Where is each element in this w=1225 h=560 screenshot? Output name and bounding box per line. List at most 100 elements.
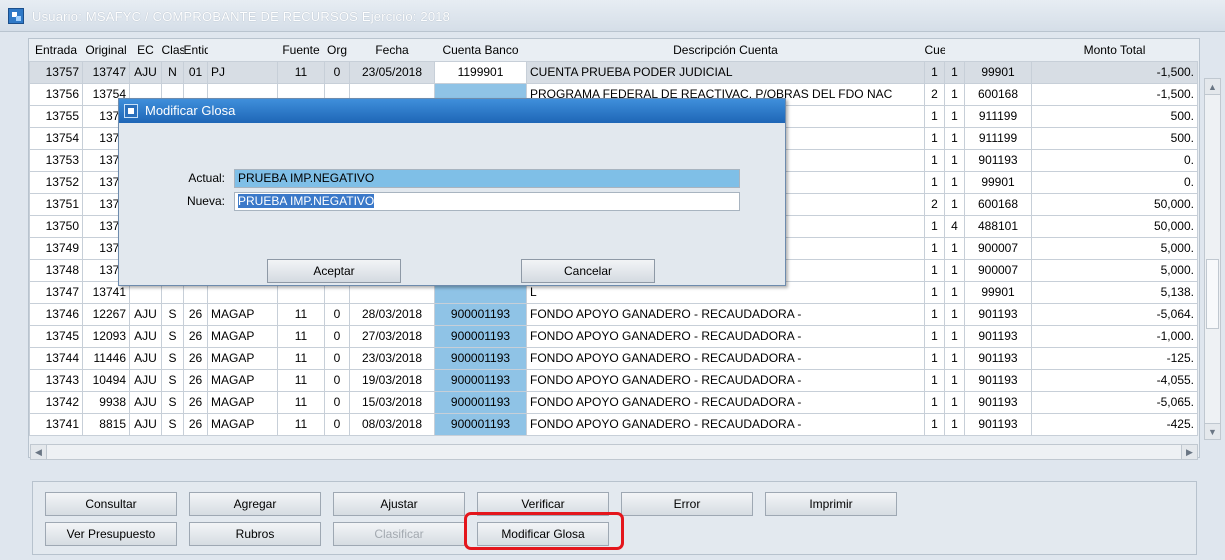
cell-fecha[interactable]: 23/05/2018	[349, 60, 435, 84]
cell-monto[interactable]: 5,000.	[1031, 258, 1198, 282]
cell-s2[interactable]: 1	[944, 148, 965, 172]
column-header[interactable]	[944, 39, 965, 61]
cell-s1[interactable]: 2	[924, 82, 945, 106]
cell-s2[interactable]: 1	[944, 170, 965, 194]
cell-s2[interactable]: 1	[944, 412, 965, 436]
cell-s3[interactable]: 99901	[964, 280, 1032, 304]
cell-s3[interactable]: 901193	[964, 346, 1032, 370]
column-header[interactable]: Entrada	[29, 39, 83, 61]
cell-s1[interactable]: 1	[924, 148, 945, 172]
cell-ent2[interactable]: MAGAP	[207, 302, 278, 326]
cell-s1[interactable]: 1	[924, 236, 945, 260]
cell-ent2[interactable]: MAGAP	[207, 346, 278, 370]
cell-desc[interactable]: FONDO APOYO GANADERO - RECAUDADORA -	[526, 412, 925, 436]
cell-original[interactable]: 12093	[82, 324, 130, 348]
cell-original[interactable]: 10494	[82, 368, 130, 392]
cell-ec[interactable]: AJU	[129, 302, 162, 326]
cell-monto[interactable]: -1,500.	[1031, 82, 1198, 106]
cell-fuente[interactable]: 11	[277, 412, 325, 436]
cell-ent2[interactable]: MAGAP	[207, 412, 278, 436]
cell-banco[interactable]: 900001193	[434, 324, 527, 348]
cell-monto[interactable]: -125.	[1031, 346, 1198, 370]
cell-org[interactable]: 0	[324, 412, 350, 436]
aceptar-button[interactable]: Aceptar	[267, 259, 401, 283]
cancelar-button[interactable]: Cancelar	[521, 259, 655, 283]
column-header[interactable]: Org	[324, 39, 350, 61]
cell-ent2[interactable]: MAGAP	[207, 390, 278, 414]
imprimir-button[interactable]: Imprimir	[765, 492, 897, 516]
cell-s2[interactable]: 1	[944, 236, 965, 260]
horizontal-scrollbar[interactable]: ◀ ▶	[30, 444, 1198, 460]
cell-monto[interactable]: 0.	[1031, 148, 1198, 172]
cell-entrada[interactable]: 13746	[29, 302, 83, 326]
cell-ec[interactable]: AJU	[129, 390, 162, 414]
cell-banco[interactable]: 900001193	[434, 412, 527, 436]
cell-original[interactable]: 9938	[82, 390, 130, 414]
cell-monto[interactable]: -4,055.	[1031, 368, 1198, 392]
cell-entrada[interactable]: 13752	[29, 170, 83, 194]
cell-fuente[interactable]: 11	[277, 302, 325, 326]
cell-banco[interactable]: 900001193	[434, 390, 527, 414]
cell-s2[interactable]: 4	[944, 214, 965, 238]
cell-original[interactable]: 11446	[82, 346, 130, 370]
cell-s2[interactable]: 1	[944, 60, 965, 84]
cell-s3[interactable]: 901193	[964, 302, 1032, 326]
cell-s1[interactable]: 1	[924, 258, 945, 282]
ver-presupuesto-button[interactable]: Ver Presupuesto	[45, 522, 177, 546]
cell-s2[interactable]: 1	[944, 368, 965, 392]
cell-monto[interactable]: -1,000.	[1031, 324, 1198, 348]
cell-clas[interactable]: S	[161, 346, 184, 370]
cell-org[interactable]: 0	[324, 324, 350, 348]
cell-s2[interactable]: 1	[944, 324, 965, 348]
cell-monto[interactable]: -425.	[1031, 412, 1198, 436]
error-button[interactable]: Error	[621, 492, 753, 516]
cell-s1[interactable]: 2	[924, 192, 945, 216]
cell-entrada[interactable]: 13749	[29, 236, 83, 260]
cell-s1[interactable]: 1	[924, 104, 945, 128]
cell-banco[interactable]: 900001193	[434, 346, 527, 370]
cell-s3[interactable]: 900007	[964, 258, 1032, 282]
cell-banco[interactable]: 900001193	[434, 302, 527, 326]
cell-s3[interactable]: 600168	[964, 192, 1032, 216]
cell-org[interactable]: 0	[324, 368, 350, 392]
cell-monto[interactable]: 5,138.	[1031, 280, 1198, 304]
cell-s1[interactable]: 1	[924, 390, 945, 414]
scroll-left-icon[interactable]: ◀	[31, 445, 47, 459]
cell-desc[interactable]: FONDO APOYO GANADERO - RECAUDADORA -	[526, 324, 925, 348]
cell-s3[interactable]: 900007	[964, 236, 1032, 260]
cell-monto[interactable]: 500.	[1031, 126, 1198, 150]
scroll-right-icon[interactable]: ▶	[1181, 445, 1197, 459]
consultar-button[interactable]: Consultar	[45, 492, 177, 516]
column-header[interactable]: Entidad	[183, 39, 208, 61]
cell-s2[interactable]: 1	[944, 82, 965, 106]
cell-s2[interactable]: 1	[944, 302, 965, 326]
table-row[interactable]: 13741 8815 AJU S 26 MAGAP 11 0 08/03/2018 9000011…	[29, 412, 1198, 436]
table-row[interactable]: 13745 12093 AJU S 26 MAGAP 11 0 27/03/2018 900001…	[29, 324, 1198, 348]
cell-desc[interactable]: FONDO APOYO GANADERO - RECAUDADORA -	[526, 346, 925, 370]
cell-fuente[interactable]: 11	[277, 324, 325, 348]
cell-s1[interactable]: 1	[924, 368, 945, 392]
table-row[interactable]: 13744 11446 AJU S 26 MAGAP 11 0 23/03/2018 900001…	[29, 346, 1198, 370]
rubros-button[interactable]: Rubros	[189, 522, 321, 546]
column-header[interactable]: Cuenta SAFYC	[924, 39, 945, 61]
cell-entrada[interactable]: 13756	[29, 82, 83, 106]
cell-org[interactable]: 0	[324, 346, 350, 370]
cell-ent2[interactable]: MAGAP	[207, 368, 278, 392]
cell-entrada[interactable]: 13744	[29, 346, 83, 370]
cell-s2[interactable]: 1	[944, 104, 965, 128]
cell-original[interactable]: 12267	[82, 302, 130, 326]
cell-desc[interactable]: FONDO APOYO GANADERO - RECAUDADORA -	[526, 368, 925, 392]
cell-entrada[interactable]: 13753	[29, 148, 83, 172]
cell-org[interactable]: 0	[324, 390, 350, 414]
cell-s3[interactable]: 911199	[964, 126, 1032, 150]
cell-s2[interactable]: 1	[944, 390, 965, 414]
cell-entrada[interactable]: 13755	[29, 104, 83, 128]
cell-entrada[interactable]: 13757	[29, 60, 83, 84]
cell-ec[interactable]: AJU	[129, 324, 162, 348]
cell-fecha[interactable]: 23/03/2018	[349, 346, 435, 370]
column-header[interactable]: Clas	[161, 39, 184, 61]
table-row[interactable]: 13742 9938 AJU S 26 MAGAP 11 0 15/03/2018 9000011…	[29, 390, 1198, 414]
cell-clas[interactable]: S	[161, 390, 184, 414]
cell-ent1[interactable]: 26	[183, 390, 208, 414]
cell-s3[interactable]: 99901	[964, 60, 1032, 84]
